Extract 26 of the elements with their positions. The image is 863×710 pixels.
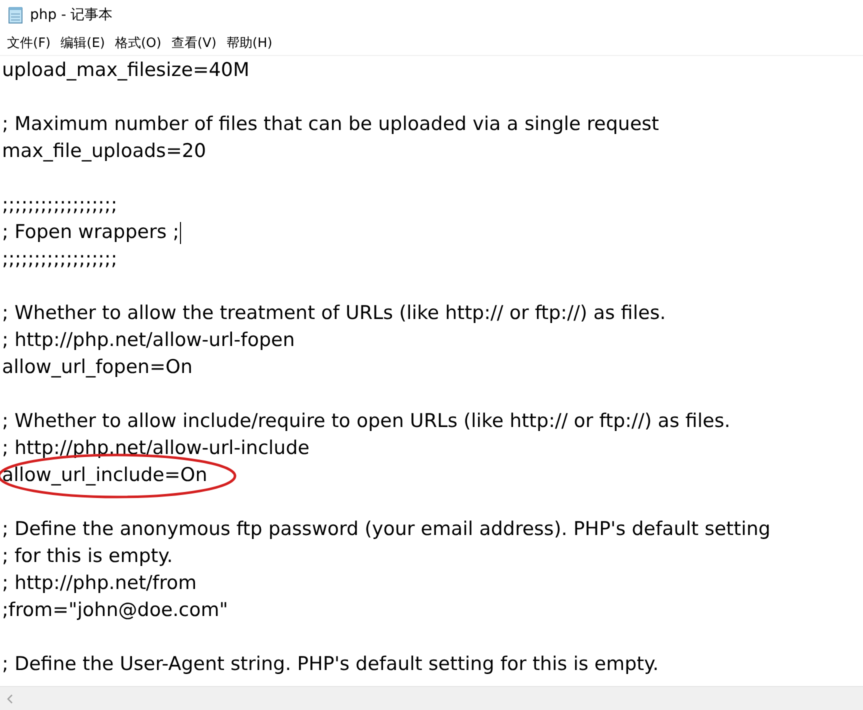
text-line: ; http://php.net/from (2, 571, 197, 596)
text-line: ;from="john@doe.com" (2, 598, 228, 623)
text-line: ;;;;;;;;;;;;;;;;;; (2, 247, 118, 272)
text-line: ; for this is empty. (2, 544, 173, 569)
text-line: ;;;;;;;;;;;;;;;;;; (2, 193, 118, 218)
menu-item[interactable]: 查看(V) (168, 34, 220, 52)
menu-item[interactable]: 编辑(E) (58, 34, 108, 52)
text-line: ; Maximum number of files that can be uploaded via a single request (2, 112, 660, 137)
text-line: allow_url_include=On (2, 463, 208, 488)
text-line: ; http://php.net/allow-url-fopen (2, 328, 295, 353)
horizontal-scrollbar[interactable] (0, 686, 863, 710)
text-line: upload_max_filesize=40M (2, 58, 250, 83)
text-line: allow_url_fopen=On (2, 355, 193, 380)
menu-item[interactable]: 文件(F) (4, 34, 54, 52)
notepad-icon (8, 6, 24, 24)
text-line: ; Define the User-Agent string. PHP's default setting for this is empty. (2, 652, 659, 677)
menu-item[interactable]: 格式(O) (112, 34, 164, 52)
text-line: ; Fopen wrappers ; (2, 220, 180, 245)
text-line: ; Whether to allow the treatment of URLs (like http:// or ftp://) as files. (2, 301, 666, 326)
text-line: ; http://php.net/allow-url-include (2, 436, 310, 461)
menu-item[interactable]: 帮助(H) (223, 34, 276, 52)
window-title: php - 记事本 (30, 6, 113, 24)
scroll-left-icon[interactable] (6, 694, 14, 704)
text-line: ; Whether to allow include/require to open URLs (like http:// or ftp://) as files. (2, 409, 730, 434)
text-line: max_file_uploads=20 (2, 139, 206, 164)
text-line: ; Define the anonymous ftp password (your email address). PHP's default setting (2, 517, 770, 542)
